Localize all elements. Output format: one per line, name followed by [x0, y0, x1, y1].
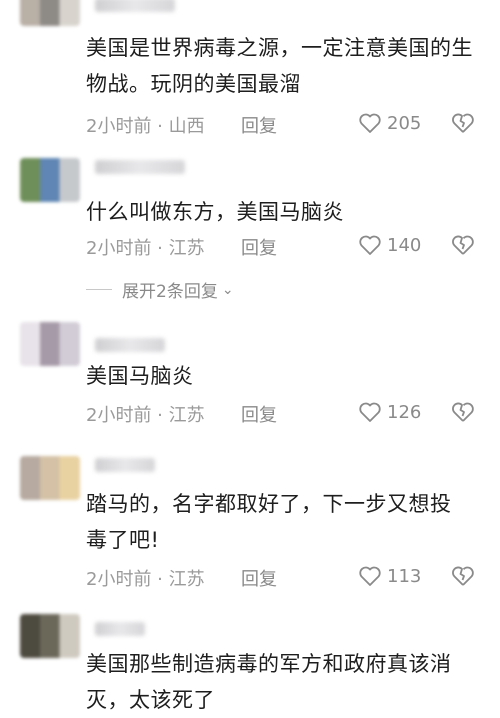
username[interactable] [95, 458, 155, 472]
like-button[interactable]: 126 [358, 401, 421, 423]
heart-outline-icon [359, 402, 381, 422]
expand-replies-label: 展开2条回复 [122, 282, 218, 302]
username[interactable] [95, 338, 165, 352]
heart-outline-icon [359, 113, 381, 133]
divider-line [86, 289, 112, 290]
comment-time-location: 2小时前 · 山西 [86, 116, 205, 137]
comment-time-location: 2小时前 · 江苏 [86, 405, 205, 426]
reply-button[interactable]: 回复 [241, 234, 277, 260]
heart-outline-icon [359, 566, 381, 586]
dislike-button[interactable] [451, 565, 475, 592]
comment-text: 美国马脑炎 [86, 364, 194, 388]
like-count: 113 [387, 565, 422, 587]
username[interactable] [95, 0, 175, 12]
like-button[interactable]: 140 [358, 234, 421, 256]
like-button[interactable]: 205 [358, 112, 421, 134]
username[interactable] [95, 160, 185, 174]
comment-time-location: 2小时前 · 江苏 [86, 238, 205, 259]
comment-meta: 2小时前 · 山西 回复 205 [86, 112, 500, 138]
expand-replies-button[interactable]: 展开2条回复 ⌄ [86, 277, 234, 302]
comment-meta: 2小时前 · 江苏 回复 113 [86, 565, 500, 591]
avatar[interactable] [20, 614, 80, 658]
comment-meta: 2小时前 · 江苏 回复 126 [86, 401, 500, 427]
reply-button[interactable]: 回复 [241, 565, 277, 591]
comment-meta: 2小时前 · 江苏 回复 140 [86, 234, 500, 260]
chevron-down-icon: ⌄ [221, 281, 234, 298]
comment-text: 美国是世界病毒之源，一定注意美国的生物战。玩阴的美国最溜 [86, 36, 473, 96]
avatar[interactable] [20, 322, 80, 366]
avatar[interactable] [20, 456, 80, 500]
comment-text: 什么叫做东方，美国马脑炎 [86, 200, 344, 224]
like-count: 126 [387, 401, 422, 423]
dislike-button[interactable] [451, 401, 475, 428]
dislike-button[interactable] [451, 234, 475, 261]
like-button[interactable]: 113 [358, 565, 421, 587]
reply-button[interactable]: 回复 [241, 112, 277, 138]
broken-heart-icon [452, 566, 474, 586]
heart-outline-icon [359, 235, 381, 255]
reply-button[interactable]: 回复 [241, 401, 277, 427]
dislike-button[interactable] [451, 112, 475, 139]
comment-text: 踏马的，名字都取好了，下一步又想投毒了吧! [86, 492, 452, 552]
broken-heart-icon [452, 113, 474, 133]
like-count: 140 [387, 234, 422, 256]
like-count: 205 [387, 112, 422, 134]
broken-heart-icon [452, 402, 474, 422]
avatar[interactable] [20, 0, 80, 26]
comment-time-location: 2小时前 · 江苏 [86, 569, 205, 590]
broken-heart-icon [452, 235, 474, 255]
avatar[interactable] [20, 158, 80, 202]
comment-text: 美国那些制造病毒的军方和政府真该消灭，太该死了 [86, 652, 452, 712]
username[interactable] [95, 622, 145, 636]
